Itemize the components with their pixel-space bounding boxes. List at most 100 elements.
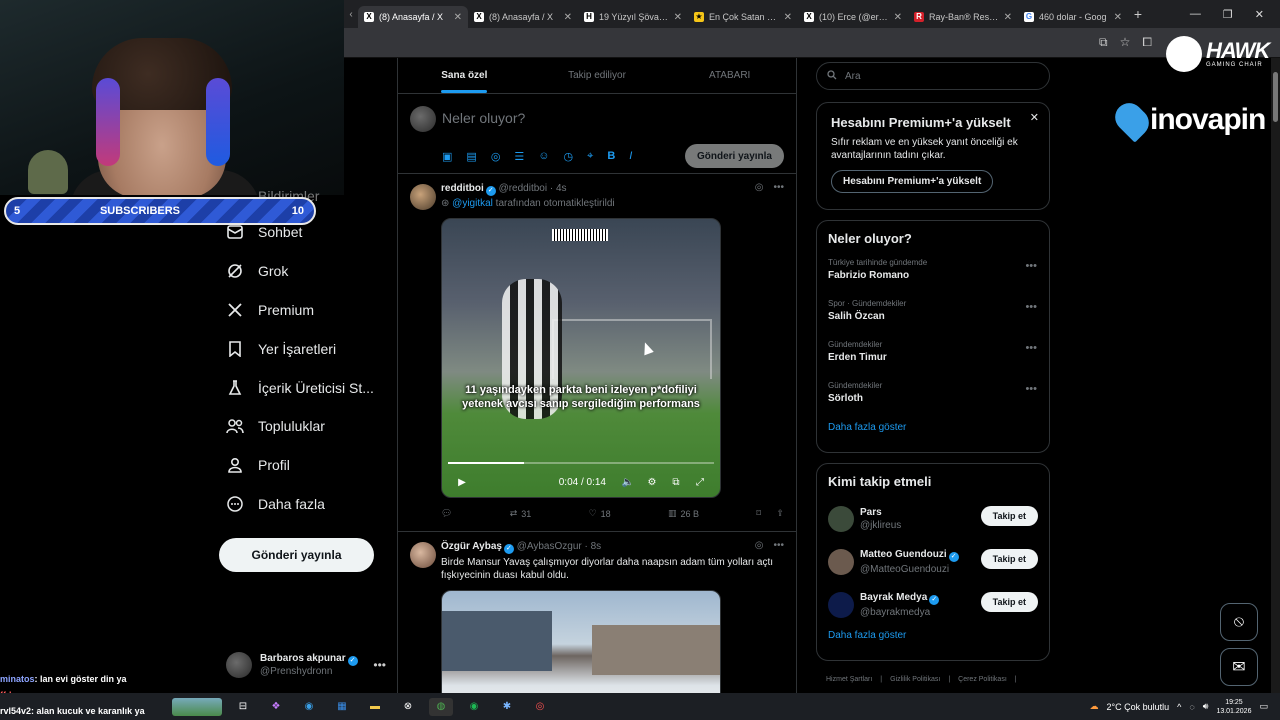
follow-button[interactable]: Takip et: [980, 506, 1038, 526]
browser-tab[interactable]: X (10) Erce (@erceb ✕: [798, 6, 908, 28]
tab-for-you[interactable]: Sana özel: [398, 58, 531, 93]
volume-icon[interactable]: 🔊︎: [1203, 701, 1209, 712]
play-icon[interactable]: ▶: [450, 477, 474, 488]
follow-suggestion[interactable]: Matteo Guendouzi ✓ @MatteoGuendouzi Takip …: [817, 538, 1049, 581]
chrome-icon[interactable]: ◍: [429, 697, 453, 716]
sidebar-item-premium[interactable]: Premium: [226, 298, 314, 322]
composer-post-button[interactable]: Gönderi yayınla: [684, 144, 784, 168]
obs-icon[interactable]: ◎: [528, 698, 552, 716]
trend-item[interactable]: Gündemdekiler Erden Timur •••: [817, 334, 1049, 375]
network-icon[interactable]: ◌: [1189, 702, 1194, 712]
close-tab-icon[interactable]: ✕: [894, 12, 902, 23]
pip-icon[interactable]: ⧉: [664, 477, 688, 488]
address-bar[interactable]: ⧉ ☆ ⧠: [344, 28, 1280, 58]
grok-floating-button[interactable]: ⦸: [1220, 603, 1258, 641]
volume-icon[interactable]: 🔈: [616, 477, 640, 488]
gif-icon[interactable]: ▤: [466, 150, 476, 163]
tweet[interactable]: redditboi ✓ @redditboi · 4s ◎ ••• ⊛ @yigi…: [398, 174, 796, 532]
avatar[interactable]: [410, 542, 436, 568]
minimize-icon[interactable]: —: [1190, 8, 1201, 21]
follow-suggestion[interactable]: Bayrak Medya ✓ @bayrakmedya Takip et: [817, 581, 1049, 624]
tray-chevron-icon[interactable]: ^: [1177, 702, 1181, 712]
premium-upgrade-button[interactable]: Hesabını Premium+'a yükselt: [831, 170, 994, 193]
share-icon[interactable]: ⇪: [776, 508, 784, 519]
follow-suggestion[interactable]: Pars @jklireus Takip et: [817, 495, 1049, 538]
more-options-icon[interactable]: •••: [1025, 342, 1037, 354]
search-input[interactable]: Ara: [816, 62, 1050, 90]
more-options-icon[interactable]: •••: [373, 658, 386, 672]
video-progress-bar[interactable]: [448, 462, 714, 464]
views-button[interactable]: ▥ 26 B: [668, 508, 699, 519]
emoji-icon[interactable]: ☺: [538, 150, 549, 163]
post-button[interactable]: Gönderi yayınla: [219, 538, 374, 572]
grok-icon[interactable]: ◎: [755, 540, 764, 551]
scrollbar-thumb[interactable]: [1273, 72, 1278, 122]
browser-tab[interactable]: H 19 Yüzyıl Şövalye ✕: [578, 6, 688, 28]
location-icon[interactable]: ⌖: [587, 150, 593, 163]
close-tab-icon[interactable]: ✕: [1114, 12, 1122, 23]
sidebar-item-creator-studio[interactable]: İçerik Üreticisi St...: [226, 376, 374, 400]
more-options-icon[interactable]: •••: [773, 182, 784, 193]
weather-text[interactable]: 2°C Çok bulutlu: [1107, 702, 1170, 712]
bookmark-star-icon[interactable]: ☆: [1120, 35, 1131, 50]
trends-show-more-link[interactable]: Daha fazla göster: [817, 416, 1049, 433]
avatar[interactable]: [410, 184, 436, 210]
new-tab-button[interactable]: +: [1128, 6, 1148, 22]
tweet-time[interactable]: · 4s: [550, 183, 567, 194]
trend-item[interactable]: Spor · Gündemdekiler Salih Özcan •••: [817, 293, 1049, 334]
sidebar-item-grok[interactable]: Grok: [226, 259, 288, 283]
automation-owner[interactable]: @yigitkal: [452, 198, 493, 209]
tweet[interactable]: Özgür Aybaş ✓ @AybasOzgur · 8s ◎ ••• Bird…: [398, 532, 796, 693]
sidebar-item-more[interactable]: Daha fazla: [226, 492, 325, 516]
task-view-icon[interactable]: ⊟: [231, 698, 255, 716]
browser-tab[interactable]: X (8) Anasayfa / X ✕: [468, 6, 578, 28]
avatar[interactable]: [828, 591, 854, 618]
tweet-handle[interactable]: @redditboi: [499, 183, 548, 194]
more-options-icon[interactable]: •••: [1025, 260, 1037, 272]
clock[interactable]: 19:25 13.01.2026: [1216, 698, 1251, 716]
sidebar-item-profile[interactable]: Profil: [226, 453, 290, 477]
notifications-icon[interactable]: ▭: [1259, 701, 1268, 712]
tab-following[interactable]: Takip ediliyor: [531, 58, 664, 93]
store-icon[interactable]: ▦: [330, 698, 354, 716]
file-explorer-icon[interactable]: ▬: [363, 698, 387, 716]
grok-icon[interactable]: ◎: [491, 150, 501, 163]
widgets-icon[interactable]: [172, 697, 222, 716]
page-scrollbar[interactable]: [1271, 58, 1280, 693]
browser-tab[interactable]: G 460 dolar - Goog ✕: [1018, 6, 1128, 28]
follow-show-more-link[interactable]: Daha fazla göster: [817, 624, 1049, 641]
sidebar-item-communities[interactable]: Topluluklar: [226, 414, 325, 438]
tweet-handle[interactable]: @AybasOzgur: [517, 541, 582, 552]
tweet-photo[interactable]: [441, 590, 721, 693]
grok-icon[interactable]: ◎: [755, 182, 764, 193]
close-icon[interactable]: ✕: [1030, 111, 1039, 124]
trend-item[interactable]: Türkiye tarihinde gündemde Fabrizio Roman…: [817, 252, 1049, 293]
tweet-author[interactable]: redditboi: [441, 183, 484, 194]
composer-input[interactable]: Neler oluyor?: [442, 110, 525, 126]
reply-button[interactable]: 💬︎: [441, 508, 452, 519]
bookmark-icon[interactable]: ⌑: [756, 508, 761, 519]
like-button[interactable]: ♡ 18: [589, 508, 611, 519]
restore-icon[interactable]: ❐: [1223, 8, 1233, 21]
close-tab-icon[interactable]: ✕: [1004, 12, 1012, 23]
messages-floating-button[interactable]: ✉: [1220, 648, 1258, 686]
extensions-icon[interactable]: ⧠: [1142, 35, 1152, 50]
browser-tab[interactable]: R Ray-Ban® Resmi ✕: [908, 6, 1018, 28]
avatar[interactable]: [828, 505, 854, 532]
settings-icon[interactable]: ⚙: [640, 477, 664, 488]
more-options-icon[interactable]: •••: [1025, 301, 1037, 313]
account-switcher[interactable]: Barbaros akpunar ✓ @Prenshydronn •••: [226, 648, 386, 682]
tweet-time[interactable]: · 8s: [585, 541, 602, 552]
app-icon[interactable]: ✱: [495, 698, 519, 716]
edge-icon[interactable]: ◉: [297, 698, 321, 716]
poll-icon[interactable]: ☰: [514, 150, 524, 163]
privacy-link[interactable]: Gizlilik Politikası: [890, 676, 940, 683]
sidebar-item-chat[interactable]: Sohbet: [226, 220, 302, 244]
xbox-icon[interactable]: ⊗: [396, 698, 420, 716]
follow-button[interactable]: Takip et: [980, 549, 1038, 569]
sidebar-item-bookmarks[interactable]: Yer İşaretleri: [226, 337, 336, 361]
video-player[interactable]: 11 yaşındayken parkta beni izleyen p*dof…: [441, 218, 721, 498]
copilot-icon[interactable]: ❖: [264, 698, 288, 716]
install-app-icon[interactable]: ⧉: [1099, 35, 1108, 50]
tab-atabari[interactable]: ATABARI: [663, 58, 796, 93]
